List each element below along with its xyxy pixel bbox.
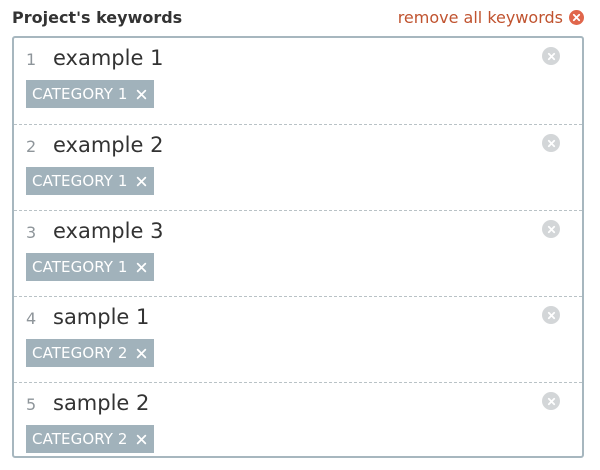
keywords-header: Project's keywords remove all keywords [12,6,584,28]
keyword-row: 5 sample 2 CATEGORY 2 [14,382,582,456]
close-icon[interactable] [136,88,148,100]
category-tag: CATEGORY 1 [26,253,154,281]
keywords-list: 1 example 1 CATEGORY 1 2 example 2 CATEG… [12,36,584,458]
close-circle-icon[interactable] [569,9,584,25]
remove-keyword-icon[interactable] [542,392,560,410]
keyword-text: example 1 [53,46,164,70]
keyword-index: 3 [26,223,37,242]
category-tag: CATEGORY 1 [26,167,154,195]
category-tag: CATEGORY 2 [26,425,154,453]
page-title: Project's keywords [12,7,183,27]
category-tag: CATEGORY 2 [26,339,154,367]
close-icon[interactable] [136,433,148,445]
keyword-index: 1 [26,50,37,69]
keyword-row: 1 example 1 CATEGORY 1 [14,38,582,124]
category-tag-label: CATEGORY 1 [32,172,128,190]
keyword-text: sample 2 [53,391,150,415]
remove-all-keywords-label[interactable]: remove all keywords [398,8,563,27]
remove-keyword-icon[interactable] [542,220,560,238]
remove-keyword-icon[interactable] [542,306,560,324]
keyword-index: 2 [26,137,37,156]
close-icon[interactable] [136,347,148,359]
category-tag-label: CATEGORY 1 [32,85,128,103]
close-icon[interactable] [136,261,148,273]
remove-all-keywords-link[interactable]: remove all keywords [398,8,584,27]
keyword-index: 5 [26,395,37,414]
keyword-row: 2 example 2 CATEGORY 1 [14,124,582,210]
keyword-text: sample 1 [53,305,150,329]
remove-keyword-icon[interactable] [542,47,560,65]
keyword-row: 4 sample 1 CATEGORY 2 [14,296,582,382]
category-tag: CATEGORY 1 [26,80,154,108]
category-tag-label: CATEGORY 2 [32,344,128,362]
category-tag-label: CATEGORY 2 [32,430,128,448]
category-tag-label: CATEGORY 1 [32,258,128,276]
keyword-text: example 2 [53,133,164,157]
close-icon[interactable] [136,175,148,187]
keyword-text: example 3 [53,219,164,243]
keyword-row: 3 example 3 CATEGORY 1 [14,210,582,296]
keyword-index: 4 [26,309,37,328]
remove-keyword-icon[interactable] [542,134,560,152]
